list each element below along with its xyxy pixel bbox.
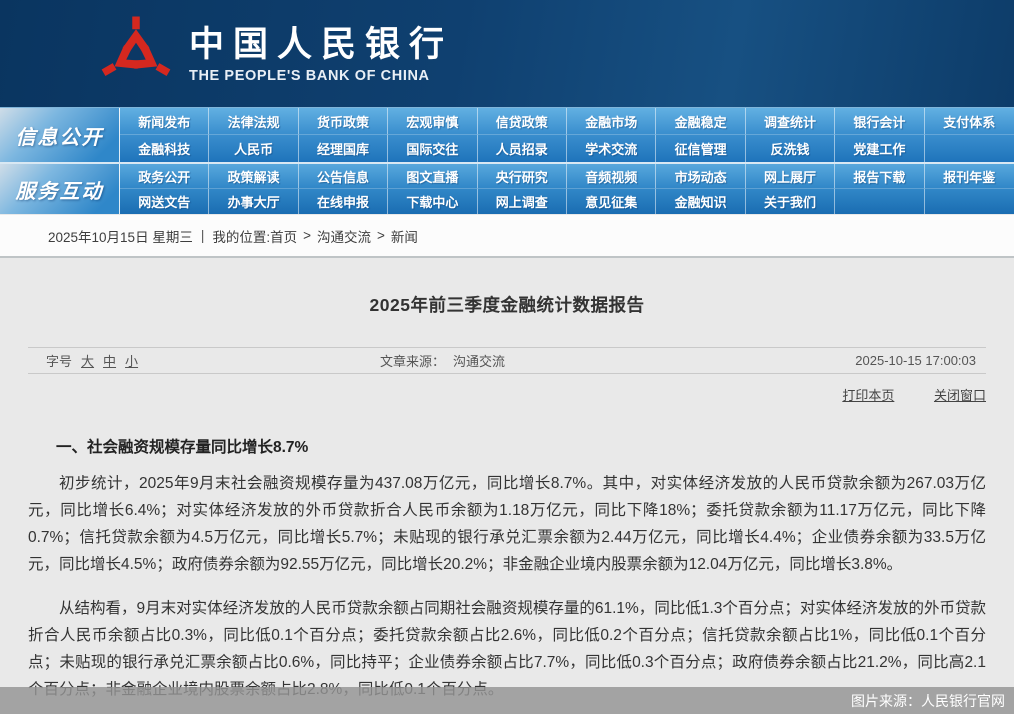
nav-item[interactable]: 办事大厅 xyxy=(209,189,298,214)
nav-item[interactable]: 关于我们 xyxy=(746,189,835,214)
breadcrumb-home-link[interactable]: 首页 xyxy=(270,226,297,246)
pboc-logo-icon xyxy=(97,13,175,95)
nav-item[interactable]: 市场动态 xyxy=(656,164,745,189)
nav-item[interactable]: 支付体系 xyxy=(925,108,1014,135)
nav-item[interactable]: 经理国库 xyxy=(299,135,388,162)
nav-item[interactable]: 货币政策 xyxy=(299,108,388,135)
nav-item[interactable]: 反洗钱 xyxy=(746,135,835,162)
nav-item[interactable]: 网上展厅 xyxy=(746,164,835,189)
bank-name-en: THE PEOPLE'S BANK OF CHINA xyxy=(189,68,453,84)
nav-item[interactable]: 银行会计 xyxy=(835,108,924,135)
nav-item[interactable]: 人员招录 xyxy=(478,135,567,162)
source-value: 沟通交流 xyxy=(453,351,505,370)
image-source-caption: 图片来源：人民银行官网 xyxy=(851,691,1005,711)
breadcrumb-arrow: > xyxy=(303,228,311,243)
section-heading: 一、社会融资规模存量同比增长8.7% xyxy=(56,435,986,457)
nav-item[interactable]: 国际交往 xyxy=(388,135,477,162)
nav-item[interactable]: 网上调查 xyxy=(478,189,567,214)
nav-item[interactable]: 学术交流 xyxy=(567,135,656,162)
breadcrumb-news-link[interactable]: 新闻 xyxy=(391,226,418,246)
nav-item[interactable]: 报刊年鉴 xyxy=(925,164,1014,189)
pboc-page: 中国人民银行 THE PEOPLE'S BANK OF CHINA 信息公开 新… xyxy=(0,0,1014,714)
source-label: 文章来源： xyxy=(380,351,445,370)
nav-item[interactable]: 法律法规 xyxy=(209,108,298,135)
nav-item[interactable]: 金融知识 xyxy=(656,189,745,214)
nav-item[interactable]: 信贷政策 xyxy=(478,108,567,135)
bank-titles: 中国人民银行 THE PEOPLE'S BANK OF CHINA xyxy=(189,25,453,84)
nav-item[interactable]: 意见征集 xyxy=(567,189,656,214)
nav-item[interactable]: 金融市场 xyxy=(567,108,656,135)
nav-item[interactable]: 公告信息 xyxy=(299,164,388,189)
nav-item[interactable]: 征信管理 xyxy=(656,135,745,162)
nav-item[interactable]: 宏观审慎 xyxy=(388,108,477,135)
breadcrumb-separator: | xyxy=(201,228,205,243)
nav-item[interactable]: 人民币 xyxy=(209,135,298,162)
article-paragraph-1: 初步统计，2025年9月末社会融资规模存量为437.08万亿元，同比增长8.7%… xyxy=(28,470,986,578)
publish-timestamp: 2025-10-15 17:00:03 xyxy=(855,348,976,373)
nav-item[interactable]: 下载中心 xyxy=(388,189,477,214)
nav-item[interactable]: 在线申报 xyxy=(299,189,388,214)
nav-item[interactable]: 央行研究 xyxy=(478,164,567,189)
site-header: 中国人民银行 THE PEOPLE'S BANK OF CHINA xyxy=(0,0,1014,107)
nav-band-information: 信息公开 新闻发布 法律法规 货币政策 宏观审慎 信贷政策 金融市场 金融稳定 … xyxy=(0,108,1014,162)
main-nav: 信息公开 新闻发布 法律法规 货币政策 宏观审慎 信贷政策 金融市场 金融稳定 … xyxy=(0,107,1014,215)
article-title: 2025年前三季度金融统计数据报告 xyxy=(0,258,1014,317)
breadcrumb-communication-link[interactable]: 沟通交流 xyxy=(317,226,371,246)
nav-item[interactable]: 金融稳定 xyxy=(656,108,745,135)
print-page-link[interactable]: 打印本页 xyxy=(842,388,894,403)
font-size-label: 字号 xyxy=(46,351,72,370)
nav-item[interactable]: 党建工作 xyxy=(835,135,924,162)
nav-item[interactable]: 调查统计 xyxy=(746,108,835,135)
nav-item-empty xyxy=(925,135,1014,162)
nav-item[interactable]: 政策解读 xyxy=(209,164,298,189)
image-source-bar: 图片来源：人民银行官网 xyxy=(0,687,1014,714)
bank-logo-link[interactable]: 中国人民银行 THE PEOPLE'S BANK OF CHINA xyxy=(97,13,453,95)
article-content: 2025年前三季度金融统计数据报告 字号 大 中 小 文章来源： 沟通交流 20… xyxy=(0,258,1014,714)
nav-cells-information: 新闻发布 法律法规 货币政策 宏观审慎 信贷政策 金融市场 金融稳定 调查统计 … xyxy=(120,108,1014,162)
breadcrumb: 2025年10月15日 星期三 | 我的位置: 首页 > 沟通交流 > 新闻 xyxy=(0,215,1014,258)
bank-name-cn: 中国人民银行 xyxy=(189,25,453,65)
nav-item[interactable]: 网送文告 xyxy=(120,189,209,214)
nav-item[interactable]: 政务公开 xyxy=(120,164,209,189)
article-meta-bar: 字号 大 中 小 文章来源： 沟通交流 2025-10-15 17:00:03 xyxy=(28,347,986,374)
font-size-small-button[interactable]: 小 xyxy=(125,351,138,370)
location-label: 我的位置: xyxy=(212,226,270,246)
nav-item[interactable]: 音频视频 xyxy=(567,164,656,189)
close-window-link[interactable]: 关闭窗口 xyxy=(934,388,986,403)
article-source: 文章来源： 沟通交流 xyxy=(380,348,505,373)
nav-item[interactable]: 图文直播 xyxy=(388,164,477,189)
article-actions: 打印本页 关闭窗口 xyxy=(28,384,986,408)
font-size-large-button[interactable]: 大 xyxy=(81,351,94,370)
current-date: 2025年10月15日 星期三 xyxy=(48,226,193,246)
nav-item-empty xyxy=(835,189,924,214)
tab-service-interaction[interactable]: 服务互动 xyxy=(0,164,120,214)
font-size-controls: 字号 大 中 小 xyxy=(46,348,138,373)
nav-cells-service: 政务公开 政策解读 公告信息 图文直播 央行研究 音频视频 市场动态 网上展厅 … xyxy=(120,164,1014,214)
nav-item[interactable]: 金融科技 xyxy=(120,135,209,162)
breadcrumb-arrow: > xyxy=(377,228,385,243)
nav-item-empty xyxy=(925,189,1014,214)
nav-item[interactable]: 报告下载 xyxy=(835,164,924,189)
font-size-medium-button[interactable]: 中 xyxy=(103,351,116,370)
tab-information-disclosure[interactable]: 信息公开 xyxy=(0,108,120,162)
nav-item[interactable]: 新闻发布 xyxy=(120,108,209,135)
nav-band-service: 服务互动 政务公开 政策解读 公告信息 图文直播 央行研究 音频视频 市场动态 … xyxy=(0,162,1014,214)
